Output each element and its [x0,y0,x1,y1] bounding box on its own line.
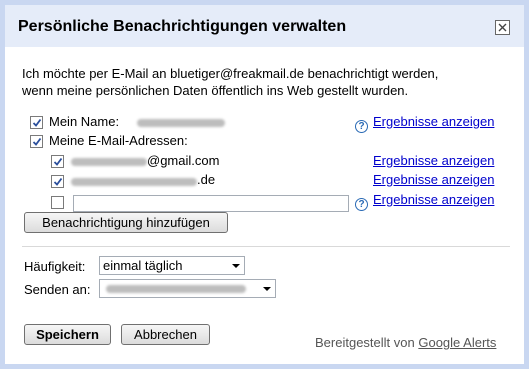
checkmark-icon [32,137,42,146]
footer-attribution: Bereitgestellt von Google Alerts [315,335,496,350]
help-icon[interactable]: ? [355,120,368,133]
email1-checkbox[interactable] [51,155,64,168]
email1-suffix: @gmail.com [147,153,220,168]
send-to-label: Senden an: [24,282,91,297]
email3-checkbox[interactable] [51,196,64,209]
add-notification-button[interactable]: Benachrichtigung hinzufügen [24,212,228,233]
save-button[interactable]: Speichern [24,324,111,345]
google-alerts-link[interactable]: Google Alerts [418,335,496,350]
provided-by-text: Bereitgestellt von [315,335,415,350]
email2-suffix: .de [197,172,216,187]
close-button[interactable] [495,20,510,35]
redacted-email2 [71,178,197,186]
dialog-titlebar: Persönliche Benachrichtigungen verwalten [5,5,524,47]
cancel-button[interactable]: Abbrechen [121,324,210,345]
emails-label: Meine E-Mail-Adressen: [49,133,188,148]
emails-checkbox[interactable] [30,135,43,148]
email2-results-link[interactable]: Ergebnisse anzeigen [373,172,494,187]
redacted-name [137,119,225,127]
redacted-email1 [71,158,147,166]
close-icon [498,23,507,32]
divider [22,246,510,247]
dialog-title: Persönliche Benachrichtigungen verwalten [18,18,347,35]
dropdown-arrow-icon [232,264,240,268]
new-email-input[interactable] [73,195,349,212]
frequency-label: Häufigkeit: [24,259,86,274]
notification-dialog: Persönliche Benachrichtigungen verwalten… [5,5,524,364]
name-results-link[interactable]: Ergebnisse anzeigen [373,114,494,129]
intro-text: Ich möchte per E-Mail an bluetiger@freak… [22,65,512,99]
email2-checkbox[interactable] [51,175,64,188]
dropdown-arrow-icon [263,287,271,291]
name-checkbox[interactable] [30,116,43,129]
checkmark-icon [53,177,63,186]
email3-results-link[interactable]: Ergebnisse anzeigen [373,192,494,207]
send-to-select[interactable] [99,279,276,298]
frequency-select[interactable]: einmal täglich [99,256,245,275]
checkmark-icon [32,118,42,127]
redacted-send-to [106,285,246,293]
checkmark-icon [53,157,63,166]
help-icon[interactable]: ? [355,198,368,211]
email1-results-link[interactable]: Ergebnisse anzeigen [373,153,494,168]
intro-line-2: wenn meine persönlichen Daten öffentlich… [22,83,409,98]
name-label: Mein Name: [49,114,120,129]
frequency-value: einmal täglich [103,258,183,273]
intro-line-1: Ich möchte per E-Mail an bluetiger@freak… [22,66,439,81]
